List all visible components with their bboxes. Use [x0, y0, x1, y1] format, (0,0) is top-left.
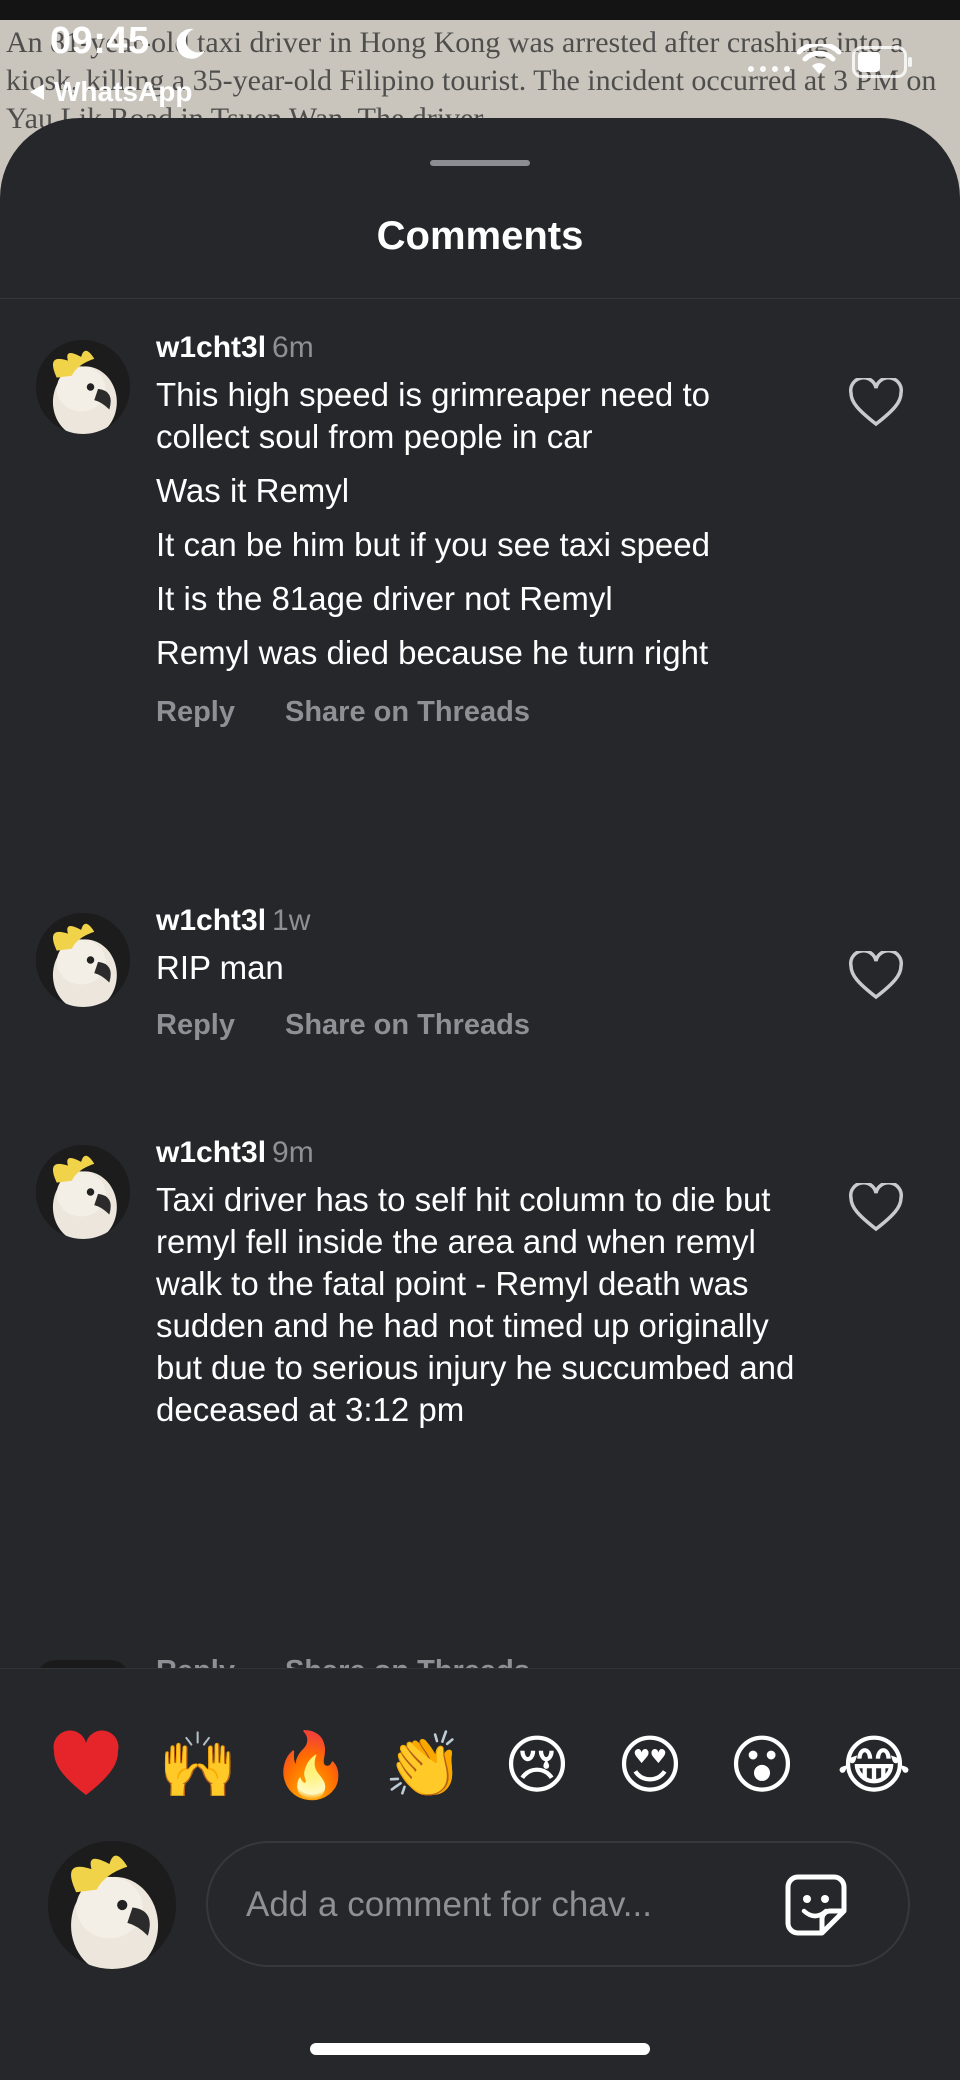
comment-username[interactable]: w1cht3l — [156, 904, 266, 937]
composer-panel: 🙌 🔥 👏 😢 😍 😮 😂 Add a comment for chav... — [0, 1668, 960, 2080]
raising-hands-emoji-button[interactable]: 🙌 — [158, 1725, 238, 1805]
cockatoo-avatar-image — [36, 340, 130, 434]
moon-icon — [176, 28, 205, 59]
comment-input[interactable]: Add a comment for chav... — [206, 1841, 910, 1967]
comment-text: This high speed is grimreaper need to co… — [156, 374, 796, 686]
clapping-emoji-button[interactable]: 👏 — [384, 1725, 464, 1805]
title-divider — [0, 298, 960, 299]
sheet-grabber[interactable] — [430, 160, 530, 166]
reply-button[interactable]: Reply — [156, 696, 235, 729]
comment-line: Was it Remyl — [156, 472, 350, 509]
signal-dots — [748, 66, 790, 72]
comment-time: 6m — [272, 331, 314, 364]
comment-line: It is the 81age driver not Remyl — [156, 580, 613, 617]
share-on-threads-button[interactable]: Share on Threads — [285, 1009, 530, 1042]
sheet-title: Comments — [376, 214, 584, 258]
crying-emoji-button[interactable]: 😢 — [497, 1725, 577, 1805]
fire-emoji-button[interactable]: 🔥 — [271, 1725, 351, 1805]
comment-header: w1cht3l 9m — [156, 1135, 314, 1171]
cockatoo-avatar-image — [36, 913, 130, 1007]
avatar[interactable] — [36, 1145, 130, 1239]
back-app-label: WhatsApp — [54, 76, 193, 107]
reply-button[interactable]: Reply — [156, 1009, 235, 1042]
laughing-emoji-button[interactable]: 😂 — [834, 1725, 914, 1805]
heart-icon[interactable] — [848, 951, 904, 1001]
comment-line: RIP man — [156, 949, 284, 986]
red-heart-icon — [53, 1730, 119, 1795]
avatar[interactable] — [36, 340, 130, 434]
back-to-whatsapp-link[interactable]: WhatsApp — [30, 76, 192, 108]
comment-line: Taxi driver has to self hit column to di… — [156, 1181, 795, 1428]
heart-emoji-button[interactable] — [46, 1725, 126, 1805]
cockatoo-avatar-image — [36, 1145, 130, 1239]
heart-icon[interactable] — [848, 1183, 904, 1233]
comment-actions: Reply Share on Threads — [156, 696, 530, 729]
top-strip — [0, 0, 960, 20]
comment-text: RIP man — [156, 947, 796, 1001]
comment-header: w1cht3l 6m — [156, 330, 314, 366]
comment-line: It can be him but if you see taxi speed — [156, 526, 710, 563]
comment-time: 9m — [272, 1136, 314, 1169]
current-user-avatar[interactable] — [48, 1841, 176, 1969]
comment-username[interactable]: w1cht3l — [156, 331, 266, 364]
surprised-emoji-button[interactable]: 😮 — [722, 1725, 802, 1805]
heart-icon[interactable] — [848, 378, 904, 428]
share-on-threads-button[interactable]: Share on Threads — [285, 696, 530, 729]
comment-actions: Reply Share on Threads — [156, 1009, 530, 1042]
status-time: 09:45 — [50, 20, 150, 62]
avatar[interactable] — [36, 913, 130, 1007]
comment-line: Remyl was died because he turn right — [156, 634, 709, 671]
comment-input-placeholder: Add a comment for chav... — [246, 1885, 652, 1924]
sticker-icon[interactable] — [782, 1871, 850, 1939]
cockatoo-avatar-image — [48, 1841, 176, 1969]
comment-time: 1w — [272, 904, 311, 937]
battery-icon — [852, 46, 912, 78]
wifi-icon — [796, 44, 842, 74]
heart-eyes-emoji-button[interactable]: 😍 — [610, 1725, 690, 1805]
comment-text: Taxi driver has to self hit column to di… — [156, 1179, 796, 1443]
back-arrow-icon — [30, 84, 44, 100]
comment-header: w1cht3l 1w — [156, 903, 310, 939]
comment-line: This high speed is grimreaper need to co… — [156, 376, 710, 455]
home-indicator[interactable] — [310, 2043, 650, 2055]
comment-username[interactable]: w1cht3l — [156, 1136, 266, 1169]
